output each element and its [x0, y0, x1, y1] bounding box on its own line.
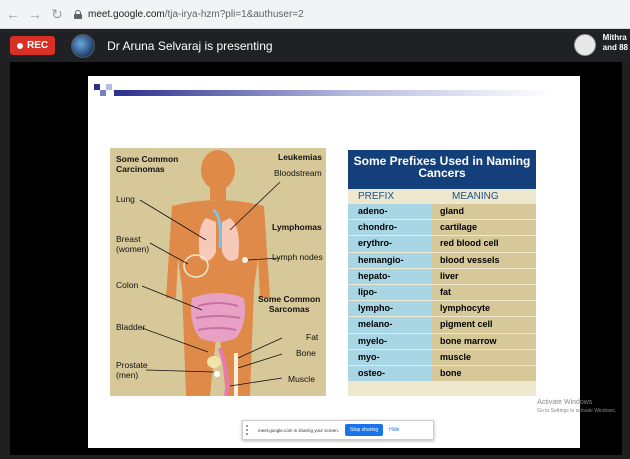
table-row: hepato-liver — [348, 268, 536, 285]
muscle-label: Muscle — [288, 374, 315, 384]
table-row: myo-muscle — [348, 349, 536, 366]
recording-badge: REC — [10, 36, 56, 55]
url-host: meet.google.com — [88, 8, 165, 20]
rec-label: REC — [27, 40, 49, 51]
table-row: melano-pigment cell — [348, 317, 536, 334]
prefix-cell: chondro- — [348, 220, 432, 237]
colon-label: Colon — [116, 280, 139, 290]
prefix-table-header: PREFIX MEANING — [348, 189, 536, 204]
prefix-cell: myelo- — [348, 333, 432, 350]
meaning-cell: cartilage — [432, 220, 536, 237]
prostate-label: Prostate (men) — [116, 360, 148, 380]
screen-share-bar: meet.google.com is sharing your screen. … — [242, 420, 434, 440]
forward-icon[interactable]: → — [26, 5, 44, 23]
bloodstream-label: Bloodstream — [274, 168, 322, 178]
leukemias-label: Leukemias — [278, 152, 322, 162]
presentation-stage: Some Common Carcinomas Leukemias Bloodst… — [10, 62, 622, 455]
table-row: erythro-red blood cell — [348, 236, 536, 253]
reload-icon[interactable]: ↻ — [48, 5, 66, 23]
presenting-text: Dr Aruna Selvaraj is presenting — [107, 38, 273, 53]
address-bar[interactable]: meet.google.com/tja-irya-hzm?pli=1&authu… — [74, 9, 304, 20]
meaning-cell: liver — [432, 268, 536, 285]
browser-toolbar: ← → ↻ meet.google.com/tja-irya-hzm?pli=1… — [0, 0, 630, 29]
meaning-cell: red blood cell — [432, 236, 536, 253]
meaning-cell: bone marrow — [432, 333, 536, 350]
prefix-cell: erythro- — [348, 236, 432, 253]
participant-name: Mithra and 88 — [603, 33, 628, 53]
prefix-table-body: adeno-gland chondro-cartilage erythro-red … — [348, 204, 536, 383]
body-diagram: Some Common Carcinomas Leukemias Bloodst… — [110, 148, 326, 396]
slide: Some Common Carcinomas Leukemias Bloodst… — [88, 76, 580, 448]
table-row: lipo-fat — [348, 284, 536, 302]
participant-line2: and 88 — [602, 43, 628, 52]
col-prefix-header: PREFIX — [358, 191, 395, 202]
body-illustration — [139, 150, 283, 396]
meaning-cell: fat — [432, 284, 536, 302]
table-row: myelo-bone marrow — [348, 333, 536, 350]
url-path: /tja-irya-hzm?pli=1&authuser=2 — [164, 8, 304, 20]
watermark-line2: Go to Settings to activate Windows. — [537, 408, 616, 414]
share-text: meet.google.com is sharing your screen. — [258, 427, 340, 433]
prefix-table-title: Some Prefixes Used in Naming Cancers — [348, 150, 536, 181]
fat-label: Fat — [306, 332, 319, 342]
prefix-table: Some Prefixes Used in Naming Cancers PRE… — [348, 150, 536, 396]
lymphomas-label: Lymphomas — [272, 222, 322, 232]
drag-handle-icon[interactable] — [246, 425, 254, 435]
table-row: lympho-lymphocyte — [348, 301, 536, 318]
meaning-cell: muscle — [432, 349, 536, 366]
table-row: osteo-bone — [348, 365, 536, 383]
table-row: chondro-cartilage — [348, 220, 536, 237]
lung-label: Lung — [116, 194, 135, 204]
bone-label: Bone — [296, 348, 316, 358]
meaning-cell: lymphocyte — [432, 301, 536, 318]
prefix-cell: melano- — [348, 317, 432, 334]
bladder-label: Bladder — [116, 322, 146, 332]
title-underbar — [348, 181, 536, 189]
prefix-cell: myo- — [348, 349, 432, 366]
lymph-nodes-label: Lymph nodes — [272, 252, 323, 262]
meaning-cell: gland — [432, 204, 536, 221]
prefix-cell: hemangio- — [348, 252, 432, 269]
prefix-cell: osteo- — [348, 365, 432, 383]
activate-windows-watermark: Activate Windows Go to Settings to activ… — [537, 398, 616, 416]
col-meaning-header: MEANING — [452, 191, 499, 202]
watermark-line1: Activate Windows — [537, 399, 593, 406]
prefix-cell: adeno- — [348, 204, 432, 221]
meaning-cell: pigment cell — [432, 317, 536, 334]
carcinomas-label: Some Common Carcinomas — [116, 154, 179, 174]
prefix-cell: lipo- — [348, 284, 432, 302]
prefix-cell: lympho- — [348, 301, 432, 318]
participant-line1: Mithra — [602, 33, 627, 42]
record-dot-icon — [17, 42, 23, 49]
meaning-cell: bone — [432, 365, 536, 383]
hide-button[interactable]: Hide — [389, 427, 399, 433]
table-row: hemangio-blood vessels — [348, 252, 536, 269]
slide-header-decoration — [94, 84, 554, 96]
presenter-avatar — [71, 33, 96, 58]
back-icon[interactable]: ← — [4, 5, 22, 23]
table-row: adeno-gland — [348, 204, 536, 221]
stop-sharing-button[interactable]: Stop sharing — [345, 424, 384, 436]
meet-top-bar: REC Dr Aruna Selvaraj is presenting Mith… — [0, 29, 630, 62]
breast-label: Breast (women) — [116, 234, 150, 254]
sarcomas-label: Some Common Sarcomas — [258, 294, 321, 314]
lock-icon — [74, 9, 82, 19]
prefix-cell: hepato- — [348, 268, 432, 285]
participant-avatar[interactable] — [574, 34, 596, 56]
meaning-cell: blood vessels — [432, 252, 536, 269]
